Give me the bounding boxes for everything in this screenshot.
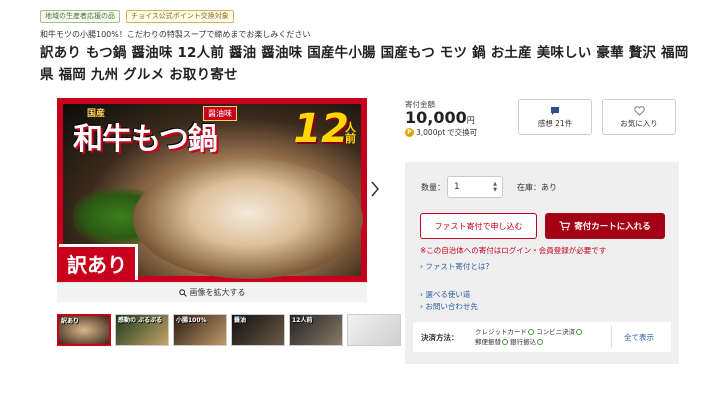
payment-convenience-store: コンビニ決済 [536, 328, 576, 336]
thumbnail-caption: 醤油 [234, 317, 247, 324]
payment-row: クレジットカード コンビニ決済 [475, 327, 605, 337]
favorite-label: お気に入り [620, 118, 658, 128]
thumbnail[interactable]: 醤油 [231, 314, 285, 346]
thumbnail[interactable]: 12人前 [289, 314, 343, 346]
favorite-button[interactable]: お気に入り [602, 99, 676, 135]
thumbnail[interactable] [347, 314, 401, 346]
payment-methods-list: クレジットカード コンビニ決済 郵便振替 銀行振込 [475, 327, 605, 347]
usage-link[interactable]: › 選べる使い道 [420, 289, 470, 300]
payment-bank-transfer: 銀行振込 [510, 338, 537, 346]
zoom-image-button[interactable]: 画像を拡大する [57, 282, 367, 302]
stock-status: 在庫：あり [517, 183, 557, 192]
points-value: 3,000pt [416, 128, 446, 137]
points-suffix: で交換可 [447, 128, 478, 137]
image-shoyu-label: 醤油味 [203, 106, 237, 121]
speech-bubble-icon [551, 106, 559, 115]
chevron-right-icon: › [420, 262, 423, 271]
payment-credit-card: クレジットカード [475, 328, 527, 336]
image-servings-unit: 人前 [345, 121, 356, 145]
thumbnail[interactable]: 小腸100% [173, 314, 227, 346]
thumbnail-caption: 小腸100% [176, 317, 207, 324]
select-arrows-icon: ▲ ▼ [493, 181, 497, 193]
quantity-label: 数量： [421, 183, 445, 192]
thumbnail-strip: 訳あり 感動の ぷるぷる 小腸100% 醤油 12人前 [57, 314, 429, 346]
image-wakeari-label: 訳あり [59, 244, 138, 280]
chevron-right-icon: › [420, 302, 423, 311]
thumbnail-caption: 感動の ぷるぷる [118, 317, 163, 324]
available-circle-icon [502, 339, 508, 345]
tag-list: 地域の生産者応援の品 チョイス公式ポイント交換対象 [40, 10, 234, 23]
available-circle-icon [537, 339, 544, 345]
points-exchange-tag: チョイス公式ポイント交換対象 [126, 10, 234, 23]
points-info: P 3,000pt で交換可 [405, 127, 477, 138]
chevron-right-icon [371, 181, 379, 197]
inquiry-link[interactable]: › お問い合わせ先 [420, 301, 478, 312]
thumbnail-caption: 12人前 [292, 317, 313, 324]
hotpot [133, 159, 363, 279]
next-image-arrow[interactable] [370, 180, 380, 202]
usage-label: 選べる使い道 [425, 290, 471, 299]
chevron-right-icon: › [420, 290, 423, 299]
cart-icon [559, 221, 571, 231]
price-value: 10,000 [405, 108, 467, 127]
show-all-payment-link[interactable]: 全て表示 [612, 332, 654, 343]
payment-label: 決済方法： [421, 332, 459, 342]
reviews-label: 感想 21件 [537, 118, 573, 128]
image-title-text: 和牛もつ鍋 [73, 122, 218, 157]
fast-donation-button[interactable]: ファスト寄付で申し込む [420, 213, 537, 239]
add-to-cart-button[interactable]: 寄付カートに入れる [545, 213, 665, 239]
cart-label: 寄付カートに入れる [574, 222, 651, 232]
product-subtitle: 和牛モツの小腸100%！こだわりの特製スープで締めまでお楽しみください [40, 30, 311, 39]
price-unit: 円 [466, 116, 475, 125]
magnifier-icon [178, 288, 187, 297]
heart-icon [633, 105, 645, 116]
payment-row: 郵便振替 銀行振込 [475, 337, 605, 347]
payment-postal-transfer: 郵便振替 [475, 338, 501, 346]
zoom-label: 画像を拡大する [189, 288, 246, 297]
quantity-select[interactable]: 1 ▲ ▼ [447, 176, 503, 198]
product-title: 訳あり もつ鍋 醤油味 12人前 醤油 醤油味 国産牛小腸 国産もつ モツ 鍋 … [40, 45, 689, 83]
fast-donation-about-link[interactable]: › ファスト寄付とは? [420, 261, 489, 272]
main-product-image[interactable]: 国産 和牛もつ鍋 醤油味 12 人前 訳あり [57, 98, 367, 282]
thumbnail[interactable]: 感動の ぷるぷる [115, 314, 169, 346]
quantity-value: 1 [454, 182, 460, 192]
order-panel: 数量： 1 ▲ ▼ 在庫：あり ファスト寄付で申し込む 寄付カートに入れる ※この… [405, 162, 679, 364]
thumbnail[interactable]: 訳あり [57, 314, 111, 346]
price-amount: 10,000円 [405, 108, 475, 127]
payment-methods-box: 決済方法： クレジットカード コンビニ決済 郵便振替 銀行振込 全て表示 [413, 322, 671, 352]
producer-support-tag: 地域の生産者応援の品 [40, 10, 120, 23]
thumbnail-caption: 訳あり [61, 318, 80, 325]
available-circle-icon [528, 329, 534, 335]
inquiry-label: お問い合わせ先 [425, 302, 478, 311]
image-servings-number: 12 [293, 106, 349, 152]
fast-donation-about-label: ファスト寄付とは? [425, 262, 490, 271]
points-icon: P [405, 128, 414, 137]
reviews-button[interactable]: 感想 21件 [518, 99, 592, 135]
login-notice: ※この自治体への寄付はログイン・会員登録が必要です [420, 246, 607, 255]
available-circle-icon [576, 329, 583, 335]
